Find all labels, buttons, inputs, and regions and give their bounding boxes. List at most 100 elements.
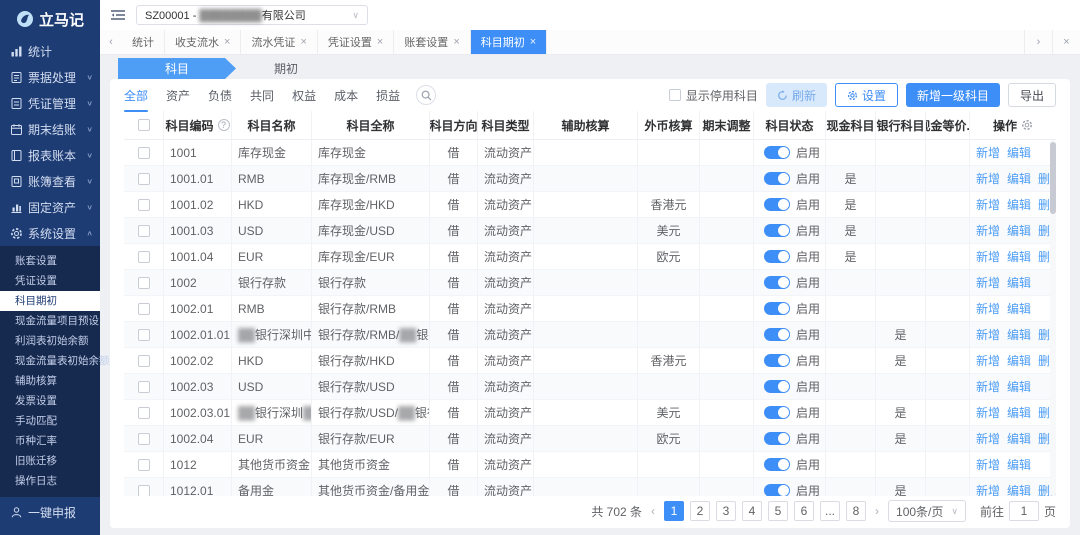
op-link-编辑[interactable]: 编辑 [1007,274,1031,291]
status-toggle[interactable] [764,484,790,496]
category-tab-权益[interactable]: 权益 [292,87,316,104]
row-checkbox[interactable] [137,328,150,341]
tab-账套设置[interactable]: 账套设置 × [394,30,471,54]
sidebar-item-7[interactable]: 系统设置 ∧ [0,220,100,246]
submenu-item[interactable]: 操作日志 [0,471,100,491]
row-checkbox[interactable] [137,172,150,185]
category-tab-共同[interactable]: 共同 [250,87,274,104]
collapse-sidebar-icon[interactable] [110,8,126,22]
status-toggle[interactable] [764,250,790,263]
close-icon[interactable]: × [530,36,536,48]
sidebar-item-1[interactable]: 票据处理 ∨ [0,64,100,90]
settings-button[interactable]: 设置 [834,83,898,107]
op-link-编辑[interactable]: 编辑 [1007,378,1031,395]
status-toggle[interactable] [764,302,790,315]
op-link-编辑[interactable]: 编辑 [1007,196,1031,213]
submenu-item[interactable]: 币种汇率 [0,431,100,451]
company-select[interactable]: SZ00001 - ████████有限公司 ∨ [136,5,368,25]
export-button[interactable]: 导出 [1007,83,1056,107]
op-link-编辑[interactable]: 编辑 [1007,326,1031,343]
op-link-新增[interactable]: 新增 [976,300,1000,317]
op-link-新增[interactable]: 新增 [976,430,1000,447]
submenu-item[interactable]: 现金流量项目预设 [0,311,100,331]
op-link-新增[interactable]: 新增 [976,404,1000,421]
op-link-编辑[interactable]: 编辑 [1007,222,1031,239]
tab-收支流水[interactable]: 收支流水 × [165,30,242,54]
category-tab-负债[interactable]: 负债 [208,87,232,104]
tab-scroll-right-icon[interactable]: › [1024,30,1052,54]
sidebar-item-4[interactable]: 报表账本 ∨ [0,142,100,168]
row-checkbox[interactable] [137,276,150,289]
status-toggle[interactable] [764,172,790,185]
tab-科目期初[interactable]: 科目期初 × [470,30,548,54]
add-top-subject-button[interactable]: 新增一级科目 [905,83,1000,107]
op-link-新增[interactable]: 新增 [976,378,1000,395]
sidebar-item-6[interactable]: 固定资产 ∨ [0,194,100,220]
sidebar-item-0[interactable]: 统计 [0,38,100,64]
help-icon[interactable]: ? [217,119,230,131]
submenu-item[interactable]: 账套设置 [0,251,100,271]
op-link-编辑[interactable]: 编辑 [1007,144,1031,161]
status-toggle[interactable] [764,224,790,237]
row-checkbox[interactable] [137,146,150,159]
tab-统计[interactable]: 统计 [122,30,165,54]
op-link-编辑[interactable]: 编辑 [1007,300,1031,317]
scrollbar-thumb[interactable] [1050,142,1056,214]
row-checkbox[interactable] [137,302,150,315]
search-button[interactable] [416,85,437,105]
step-tab-科目[interactable]: 科目 [118,58,236,79]
tab-scroll-left-icon[interactable]: ‹ [100,30,122,54]
page-button-8[interactable]: 8 [846,501,867,521]
row-checkbox[interactable] [137,432,150,445]
row-checkbox[interactable] [137,250,150,263]
show-disabled-checkbox[interactable]: 显示停用科目 [668,87,758,104]
op-link-新增[interactable]: 新增 [976,248,1000,265]
page-ellipsis[interactable]: ... [820,501,841,521]
row-checkbox[interactable] [137,198,150,211]
sidebar-item-2[interactable]: 凭证管理 ∨ [0,90,100,116]
status-toggle[interactable] [764,146,790,159]
op-link-新增[interactable]: 新增 [976,326,1000,343]
op-link-编辑[interactable]: 编辑 [1007,248,1031,265]
goto-page-input[interactable] [1008,501,1039,521]
op-link-编辑[interactable]: 编辑 [1007,482,1031,496]
page-button-4[interactable]: 4 [742,501,763,521]
category-tab-成本[interactable]: 成本 [334,87,358,104]
submenu-item[interactable]: 利润表初始余额 [0,331,100,351]
submenu-item[interactable]: 手动匹配 [0,411,100,431]
row-checkbox[interactable] [137,224,150,237]
op-link-编辑[interactable]: 编辑 [1007,430,1031,447]
op-link-新增[interactable]: 新增 [976,456,1000,473]
page-button-3[interactable]: 3 [716,501,737,521]
op-link-编辑[interactable]: 编辑 [1007,170,1031,187]
vertical-scrollbar[interactable] [1050,140,1056,496]
status-toggle[interactable] [764,432,790,445]
submenu-item[interactable]: 凭证设置 [0,271,100,291]
page-size-select[interactable]: 100条/页 ∨ [888,500,966,522]
row-checkbox[interactable] [137,380,150,393]
op-link-新增[interactable]: 新增 [976,144,1000,161]
op-link-新增[interactable]: 新增 [976,482,1000,496]
op-link-新增[interactable]: 新增 [976,222,1000,239]
category-tab-损益[interactable]: 损益 [376,87,400,104]
submenu-item[interactable]: 旧账迁移 [0,451,100,471]
close-all-tabs-icon[interactable]: × [1052,30,1080,54]
sidebar-item-3[interactable]: 期末结账 ∨ [0,116,100,142]
row-checkbox[interactable] [137,484,150,496]
status-toggle[interactable] [764,276,790,289]
row-checkbox[interactable] [137,406,150,419]
op-link-编辑[interactable]: 编辑 [1007,404,1031,421]
page-button-5[interactable]: 5 [768,501,789,521]
next-page-icon[interactable]: › [872,504,882,518]
refresh-button[interactable]: 刷新 [765,83,827,107]
tab-凭证设置[interactable]: 凭证设置 × [318,30,395,54]
close-icon[interactable]: × [377,36,383,48]
submenu-item[interactable]: 发票设置 [0,391,100,411]
status-toggle[interactable] [764,458,790,471]
op-link-新增[interactable]: 新增 [976,170,1000,187]
status-toggle[interactable] [764,198,790,211]
row-checkbox[interactable] [137,354,150,367]
op-link-编辑[interactable]: 编辑 [1007,456,1031,473]
select-all-checkbox[interactable] [137,119,150,131]
close-icon[interactable]: × [300,36,306,48]
